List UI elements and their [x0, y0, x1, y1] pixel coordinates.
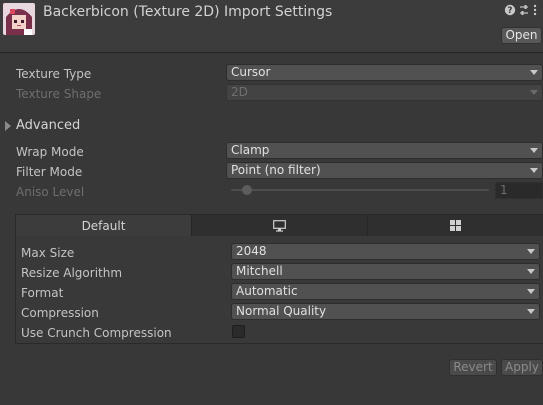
compression-dropdown[interactable]: Normal Quality [231, 303, 540, 320]
chevron-down-icon [530, 168, 538, 173]
compression-label: Compression [21, 306, 99, 320]
format-value: Automatic [236, 284, 298, 298]
header-divider [0, 52, 543, 53]
tab-default-label: Default [81, 218, 126, 233]
resize-algorithm-dropdown[interactable]: Mitchell [231, 263, 540, 280]
aniso-level-label: Aniso Level [16, 185, 85, 199]
windows-icon [450, 220, 461, 231]
texture-shape-value: 2D [231, 85, 248, 99]
more-icon[interactable] [531, 4, 539, 16]
format-label: Format [21, 286, 64, 300]
wrap-mode-value: Clamp [231, 143, 270, 157]
aniso-level-slider-track [231, 189, 489, 191]
wrap-mode-dropdown[interactable]: Clamp [226, 142, 543, 159]
tab-default[interactable]: Default [16, 215, 192, 236]
crunch-compression-checkbox[interactable] [232, 325, 245, 338]
compression-value: Normal Quality [236, 304, 327, 318]
svg-text:?: ? [508, 6, 513, 16]
crunch-compression-label: Use Crunch Compression [21, 326, 172, 340]
filter-mode-dropdown[interactable]: Point (no filter) [226, 162, 543, 179]
tab-windows[interactable] [368, 215, 543, 236]
chevron-down-icon [530, 70, 538, 75]
max-size-value: 2048 [236, 244, 267, 258]
expand-arrow-icon[interactable] [5, 121, 11, 131]
monitor-icon [273, 219, 286, 232]
chevron-down-icon [530, 148, 538, 153]
chevron-down-icon [527, 289, 535, 294]
filter-mode-value: Point (no filter) [231, 163, 321, 177]
chevron-down-icon [527, 249, 535, 254]
chevron-down-icon [527, 309, 535, 314]
open-button[interactable]: Open [501, 27, 542, 44]
aniso-level-field: 1 [495, 182, 543, 199]
texture-shape-dropdown: 2D [226, 84, 543, 101]
texture-type-label: Texture Type [16, 67, 92, 81]
aniso-level-slider-thumb [242, 185, 252, 195]
chevron-down-icon [530, 90, 538, 95]
inspector-title: Backerbicon (Texture 2D) Import Settings [43, 4, 333, 20]
advanced-foldout[interactable]: Advanced [16, 119, 80, 133]
revert-button[interactable]: Revert [449, 359, 497, 376]
platform-tabs: Default [16, 215, 543, 236]
texture-thumbnail [3, 3, 35, 35]
max-size-label: Max Size [21, 246, 75, 260]
texture-type-dropdown[interactable]: Cursor [226, 64, 543, 81]
apply-button[interactable]: Apply [501, 359, 543, 376]
max-size-dropdown[interactable]: 2048 [231, 243, 540, 260]
resize-algorithm-label: Resize Algorithm [21, 266, 123, 280]
texture-shape-label: Texture Shape [16, 87, 102, 101]
preset-icon[interactable] [518, 4, 530, 16]
chevron-down-icon [527, 269, 535, 274]
texture-type-value: Cursor [231, 65, 271, 79]
help-icon[interactable]: ? [504, 4, 516, 16]
tab-standalone[interactable] [192, 215, 368, 236]
filter-mode-label: Filter Mode [16, 165, 83, 179]
wrap-mode-label: Wrap Mode [16, 145, 84, 159]
resize-algorithm-value: Mitchell [236, 264, 283, 278]
format-dropdown[interactable]: Automatic [231, 283, 540, 300]
